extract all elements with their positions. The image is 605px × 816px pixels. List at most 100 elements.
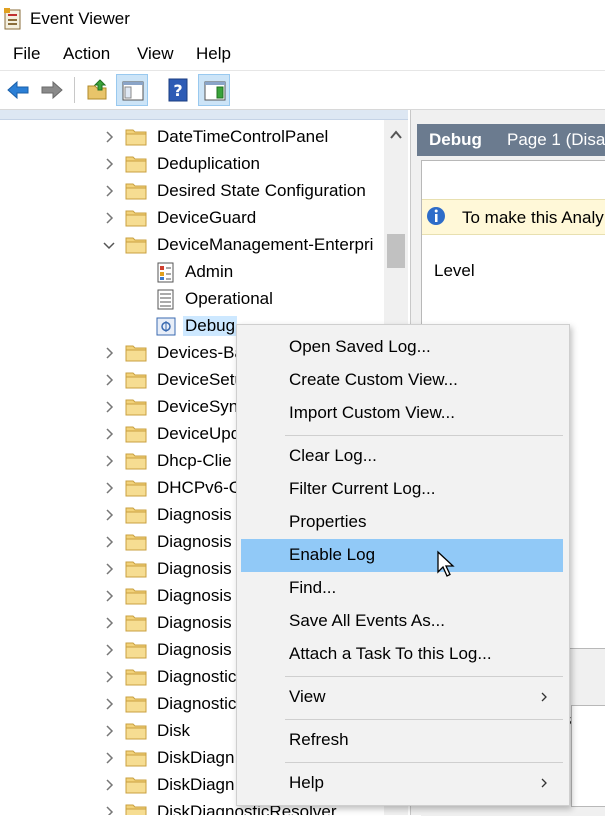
chevron-right-icon[interactable] — [102, 427, 116, 441]
chevron-right-icon[interactable] — [102, 454, 116, 468]
forward-arrow-icon — [41, 80, 63, 100]
scrollbar-thumb[interactable] — [387, 234, 405, 268]
chevron-right-icon[interactable] — [102, 751, 116, 765]
tree-item-label: Diagnosis — [157, 586, 232, 605]
back-button[interactable] — [2, 74, 34, 106]
menu-item-filter-current-log[interactable]: Filter Current Log... — [241, 473, 563, 506]
menu-item-label: Clear Log... — [289, 446, 377, 465]
tree-folder-item[interactable]: DeviceManagement-Enterpri — [0, 232, 384, 259]
menu-item-label: Find... — [289, 578, 337, 597]
column-header-level[interactable]: Level — [434, 261, 475, 281]
tree-log-item[interactable]: Operational — [0, 286, 384, 313]
menu-item-save-all-events-as[interactable]: Save All Events As... — [241, 605, 563, 638]
menu-file[interactable]: File — [13, 44, 40, 64]
folder-icon — [125, 615, 147, 632]
menu-item-find[interactable]: Find... — [241, 572, 563, 605]
menu-item-properties[interactable]: Properties — [241, 506, 563, 539]
show-hide-action-pane-button[interactable] — [198, 74, 230, 106]
menu-view[interactable]: View — [137, 44, 174, 64]
folder-icon — [125, 183, 147, 200]
chevron-right-icon[interactable] — [102, 805, 116, 815]
debug-log-icon — [156, 317, 176, 336]
forward-button[interactable] — [36, 74, 68, 106]
tree-item-label: DeviceSync — [157, 397, 247, 416]
show-hide-action-pane-icon — [204, 81, 226, 101]
folder-icon — [125, 804, 147, 815]
folder-icon — [125, 345, 147, 362]
tree-log-item[interactable]: Admin — [0, 259, 384, 286]
chevron-right-icon[interactable] — [102, 616, 116, 630]
menu-item-help[interactable]: Help — [241, 767, 563, 800]
menu-item-open-saved-log[interactable]: Open Saved Log... — [241, 331, 563, 364]
menu-item-view[interactable]: View — [241, 681, 563, 714]
admin-log-icon — [157, 262, 174, 283]
chevron-right-icon[interactable] — [102, 346, 116, 360]
folder-icon — [125, 129, 147, 146]
back-arrow-icon — [7, 80, 29, 100]
folder-icon — [125, 534, 147, 551]
help-button[interactable]: ? — [162, 74, 194, 106]
scroll-up-arrow-icon[interactable] — [388, 128, 404, 142]
chevron-right-icon[interactable] — [102, 481, 116, 495]
menu-item-import-custom-view[interactable]: Import Custom View... — [241, 397, 563, 430]
menu-separator — [285, 762, 563, 763]
tree-pane-border — [0, 110, 408, 120]
menu-item-refresh[interactable]: Refresh — [241, 724, 563, 757]
chevron-right-icon[interactable] — [102, 724, 116, 738]
chevron-right-icon[interactable] — [102, 562, 116, 576]
folder-icon — [125, 426, 147, 443]
menu-separator — [285, 676, 563, 677]
folder-icon — [125, 777, 147, 794]
event-viewer-app-icon — [4, 8, 21, 30]
chevron-right-icon[interactable] — [102, 130, 116, 144]
chevron-right-icon[interactable] — [102, 589, 116, 603]
chevron-right-icon[interactable] — [102, 400, 116, 414]
chevron-right-icon[interactable] — [102, 157, 116, 171]
folder-icon — [125, 561, 147, 578]
menu-action[interactable]: Action — [63, 44, 110, 64]
tree-item-label: Disk — [157, 721, 191, 740]
chevron-right-icon[interactable] — [102, 697, 116, 711]
menu-separator — [285, 435, 563, 436]
menu-item-label: Create Custom View... — [289, 370, 458, 389]
menu-item-attach-a-task-to-this-log[interactable]: Attach a Task To this Log... — [241, 638, 563, 671]
show-hide-console-tree-button[interactable] — [116, 74, 148, 106]
menu-item-label: Import Custom View... — [289, 403, 455, 422]
chevron-right-icon[interactable] — [102, 184, 116, 198]
tree-item-label: Admin — [185, 262, 234, 281]
chevron-right-icon[interactable] — [102, 373, 116, 387]
chevron-right-icon[interactable] — [102, 211, 116, 225]
menu-item-create-custom-view[interactable]: Create Custom View... — [241, 364, 563, 397]
tree-folder-item[interactable]: DeviceGuard — [0, 205, 384, 232]
chevron-right-icon[interactable] — [102, 535, 116, 549]
tree-folder-item[interactable]: DateTimeControlPanel — [0, 124, 384, 151]
tree-item-label: Diagnosis — [157, 640, 232, 659]
folder-icon — [125, 372, 147, 389]
folder-icon — [125, 588, 147, 605]
tree-item-label: Dhcp-Clie — [157, 451, 232, 470]
log-header: Debug Page 1 (Disa — [417, 124, 605, 156]
info-bar: To make this Analy — [422, 199, 605, 235]
chevron-right-icon[interactable] — [102, 670, 116, 684]
folder-icon — [125, 210, 147, 227]
menu-item-enable-log[interactable]: Enable Log — [241, 539, 563, 572]
menu-item-clear-log[interactable]: Clear Log... — [241, 440, 563, 473]
menu-help[interactable]: Help — [196, 44, 231, 64]
menu-item-label: Refresh — [289, 730, 349, 749]
chevron-down-icon[interactable] — [102, 238, 116, 252]
tree-folder-item[interactable]: Desired State Configuration — [0, 178, 384, 205]
tree-item-label: Desired State Configuration — [157, 181, 366, 200]
show-hide-tree-icon — [122, 81, 144, 101]
tree-item-label: DeviceManagement-Enterpri — [157, 235, 374, 254]
chevron-right-icon[interactable] — [102, 778, 116, 792]
log-page-info: Page 1 (Disa — [507, 130, 605, 149]
tree-item-label: DHCPv6-C — [157, 478, 242, 497]
up-level-button[interactable] — [82, 74, 114, 106]
chevron-right-icon[interactable] — [102, 508, 116, 522]
context-menu: Open Saved Log... Create Custom View... Im… — [236, 324, 570, 806]
tree-folder-item[interactable]: Deduplication — [0, 151, 384, 178]
menu-item-label: Save All Events As... — [289, 611, 445, 630]
chevron-right-icon[interactable] — [102, 643, 116, 657]
toolbar-separator — [74, 77, 75, 103]
tree-item-label: Debug — [183, 316, 238, 336]
